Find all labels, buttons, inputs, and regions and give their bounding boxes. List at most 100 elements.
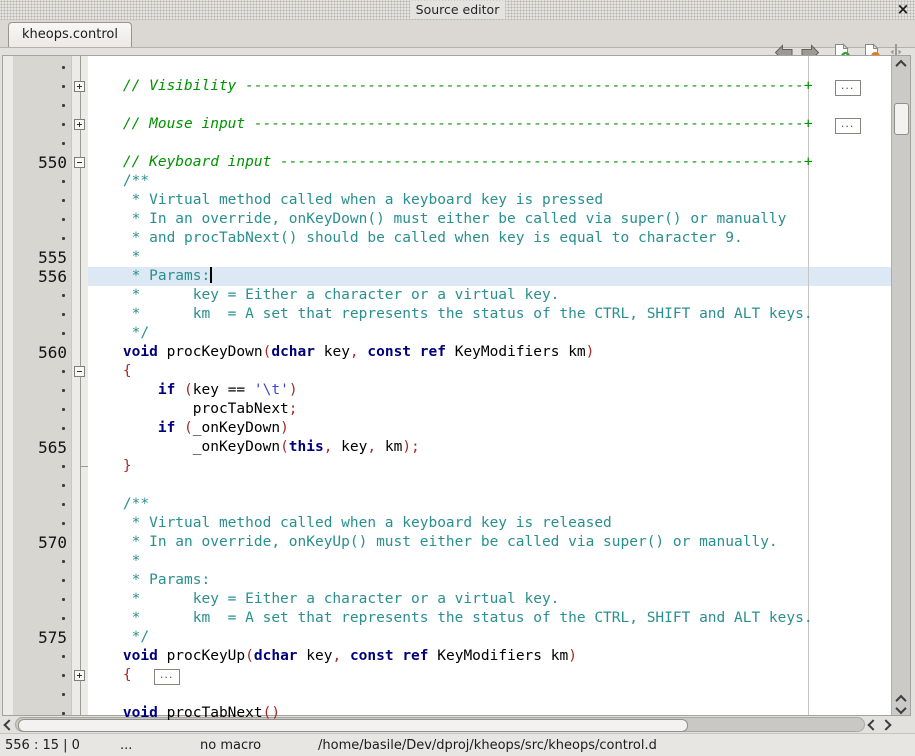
code-line[interactable] [3,96,892,115]
line-marker-dot [62,313,65,316]
line-marker-dot [62,693,65,696]
code-text: // Visibility --------------------------… [88,77,892,96]
line-number: 560 [11,343,67,362]
line-marker-dot [62,655,65,658]
code-line[interactable]: procTabNext; [3,400,892,419]
code-line[interactable]: * Virtual method called when a keyboard … [3,514,892,533]
line-marker-dot [62,389,65,392]
code-text: _onKeyDown(this, key, km); [88,438,892,457]
fold-expand-icon[interactable] [74,81,85,92]
code-editor[interactable]: // Visibility --------------------------… [2,55,911,716]
tab-kheops-control[interactable]: kheops.control [8,22,132,47]
code-line[interactable]: * key = Either a character or a virtual … [3,590,892,609]
text-caret [210,267,212,283]
code-text: */ [88,628,892,647]
fold-collapse-icon[interactable] [74,366,85,377]
code-line[interactable]: { [3,362,892,381]
line-marker-dot [62,123,65,126]
code-line[interactable]: 570 * In an override, onKeyUp() must eit… [3,533,892,552]
code-line[interactable] [3,476,892,495]
code-line[interactable] [3,58,892,77]
collapsed-fold-icon[interactable]: ... [835,118,861,134]
code-text: if (_onKeyDown) [88,419,892,438]
code-text: * km = A set that represents the status … [88,305,892,324]
code-text: { [88,362,892,381]
line-marker-dot [62,408,65,411]
scroll-down-button[interactable] [892,703,910,716]
code-text: procTabNext; [88,400,892,419]
fold-end-tick [81,466,88,467]
code-line[interactable] [3,134,892,153]
code-rows: // Visibility --------------------------… [3,56,910,715]
line-marker-dot [62,66,65,69]
fold-expand-icon[interactable] [74,670,85,681]
code-line[interactable]: * and procTabNext() should be called whe… [3,229,892,248]
code-text [88,96,892,115]
code-line[interactable]: void procKeyUp(dchar key, const ref KeyM… [3,647,892,666]
tab-bar: kheops.control [0,20,915,48]
code-line[interactable]: /** [3,172,892,191]
code-text: // Mouse input -------------------------… [88,115,892,134]
code-line[interactable]: if (key == '\t') [3,381,892,400]
code-line[interactable]: * key = Either a character or a virtual … [3,286,892,305]
scroll-up-button[interactable] [892,57,910,70]
vertical-scrollbar[interactable] [891,56,910,715]
line-marker-dot [62,180,65,183]
code-line[interactable]: * km = A set that represents the status … [3,609,892,628]
code-text: * [88,248,892,267]
code-text: void procTabNext() [88,704,892,723]
line-marker-dot [62,218,65,221]
code-line[interactable]: */ [3,324,892,343]
code-line[interactable]: * km = A set that represents the status … [3,305,892,324]
code-line[interactable]: * Params: [3,571,892,590]
close-icon[interactable]: × [896,0,910,18]
code-line[interactable]: void procTabNext() [3,704,892,723]
line-marker-dot [62,465,65,468]
code-line[interactable]: 575 */ [3,628,892,647]
status-bar: 556 : 15 | 0 ... no macro /home/basile/D… [0,733,915,756]
code-text: * In an override, onKeyUp() must either … [88,533,892,552]
collapsed-fold-icon[interactable]: ... [835,80,861,96]
code-line[interactable]: * [3,552,892,571]
dock-titlebar[interactable]: Source editor × [0,0,915,20]
line-marker-dot [62,237,65,240]
line-marker-dot [62,294,65,297]
line-marker-dot [62,560,65,563]
fold-collapse-icon[interactable] [74,157,85,168]
code-line[interactable]: 555 * [3,248,892,267]
code-line[interactable]: /** [3,495,892,514]
code-line[interactable] [3,685,892,704]
collapsed-fold-icon[interactable]: ... [154,669,180,685]
line-marker-dot [62,674,65,677]
code-text: * Virtual method called when a keyboard … [88,191,892,210]
code-text: {... [88,666,892,685]
file-path: /home/basile/Dev/dproj/kheops/src/kheops… [318,737,657,755]
cursor-position: 556 : 15 | 0 [5,737,80,755]
code-text: void procKeyUp(dchar key, const ref KeyM… [88,647,892,666]
code-text [88,58,892,77]
code-line[interactable]: if (_onKeyDown) [3,419,892,438]
line-number: 570 [11,533,67,552]
code-line[interactable]: // Mouse input -------------------------… [3,115,892,134]
code-line[interactable]: } [3,457,892,476]
code-line[interactable]: * Virtual method called when a keyboard … [3,191,892,210]
code-line[interactable]: 550 // Keyboard input ------------------… [3,153,892,172]
code-text: * km = A set that represents the status … [88,609,892,628]
line-marker-dot [62,617,65,620]
code-line[interactable]: 556 * Params: [3,267,892,286]
code-line[interactable]: 565 _onKeyDown(this, key, km); [3,438,892,457]
line-number: 555 [11,248,67,267]
code-line[interactable]: 560 void procKeyDown(dchar key, const re… [3,343,892,362]
vertical-scrollbar-thumb[interactable] [894,103,909,135]
code-text: void procKeyDown(dchar key, const ref Ke… [88,343,892,362]
line-marker-dot [62,370,65,373]
code-text: * key = Either a character or a virtual … [88,590,892,609]
fold-expand-icon[interactable] [74,119,85,130]
line-number: 565 [11,438,67,457]
code-line[interactable]: * In an override, onKeyDown() must eithe… [3,210,892,229]
code-line[interactable]: // Visibility --------------------------… [3,77,892,96]
code-text: } [88,457,892,476]
code-line[interactable]: {... [3,666,892,685]
line-marker-dot [62,598,65,601]
code-text: * In an override, onKeyDown() must eithe… [88,210,892,229]
